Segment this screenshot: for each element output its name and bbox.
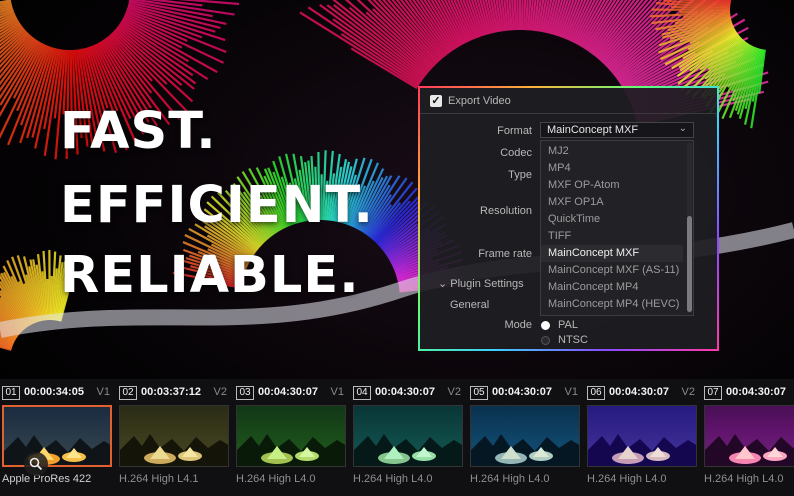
clip-header: 02 00:03:37:12 V2 — [117, 384, 231, 401]
clip-codec: Apple ProRes 422 — [2, 473, 91, 485]
clip-timecode: 00:04:30:07 — [726, 386, 786, 398]
clip-codec: H.264 High L4.1 — [119, 473, 199, 485]
clip-item[interactable]: 06 00:04:30:07 V2 H.264 High L4.0 — [585, 379, 699, 496]
clip-timecode: 00:04:30:07 — [609, 386, 669, 398]
headline-line-2: EFFICIENT. — [60, 180, 374, 231]
hero-banner: FAST. EFFICIENT. RELIABLE. ✓ Export Vide… — [0, 0, 794, 496]
clip-thumbnail[interactable] — [2, 405, 112, 467]
dropdown-scrollbar-thumb[interactable] — [687, 216, 692, 312]
format-dropdown[interactable]: MainConcept MXF ⌄ — [540, 122, 694, 138]
clip-timecode: 00:03:37:12 — [141, 386, 201, 398]
plugin-settings-toggle[interactable]: ⌄ Plugin Settings — [438, 277, 524, 290]
clip-timecode: 00:04:30:07 — [258, 386, 318, 398]
codec-label: Codec — [436, 147, 532, 159]
format-option[interactable]: TIFF — [541, 228, 683, 245]
format-label: Format — [436, 125, 532, 137]
clip-track: V1 — [331, 386, 344, 398]
clip-codec: H.264 High L4.0 — [470, 473, 550, 485]
clip-item[interactable]: 02 00:03:37:12 V2 H.264 High L4.1 — [117, 379, 231, 496]
mode-option-ntsc: NTSC — [558, 334, 588, 346]
plugin-settings-label: Plugin Settings — [450, 278, 523, 290]
clip-item[interactable]: 05 00:04:30:07 V1 H.264 High L4.0 — [468, 379, 582, 496]
format-value: MainConcept MXF — [547, 124, 638, 136]
clip-codec: H.264 High L4.0 — [353, 473, 433, 485]
clip-item[interactable]: 01 00:00:34:05 V1 Apple ProRes 422 — [0, 379, 114, 496]
clip-track: V2 — [214, 386, 227, 398]
clip-codec: H.264 High L4.0 — [587, 473, 667, 485]
clip-timecode: 00:04:30:07 — [375, 386, 435, 398]
resolution-label: Resolution — [436, 205, 532, 217]
clip-item[interactable]: 04 00:04:30:07 V2 H.264 High L4.0 — [351, 379, 465, 496]
clip-codec: H.264 High L4.0 — [236, 473, 316, 485]
clip-timecode: 00:04:30:07 — [492, 386, 552, 398]
clip-number: 03 — [236, 386, 254, 400]
type-label: Type — [436, 169, 532, 181]
format-option[interactable]: MainConcept MXF (AS-11) — [541, 262, 683, 279]
clip-item[interactable]: 03 00:04:30:07 V1 H.264 High L4.0 — [234, 379, 348, 496]
headline-line-3: RELIABLE. — [60, 250, 360, 301]
clip-header: 05 00:04:30:07 V1 — [468, 384, 582, 401]
headline-line-1: FAST. — [60, 106, 217, 157]
clip-codec: H.264 High L4.0 — [704, 473, 784, 485]
clip-header: 06 00:04:30:07 V2 — [585, 384, 699, 401]
clip-number: 04 — [353, 386, 371, 400]
format-option[interactable]: QuickTime — [541, 211, 683, 228]
chevron-down-icon: ⌄ — [438, 278, 447, 290]
clip-track: V2 — [682, 386, 695, 398]
clip-track: V2 — [448, 386, 461, 398]
clip-thumbnail[interactable] — [119, 405, 229, 467]
clip-thumbnail[interactable] — [353, 405, 463, 467]
mode-label: Mode — [436, 319, 532, 331]
mode-radio-pal[interactable] — [541, 321, 550, 330]
clip-header: 03 00:04:30:07 V1 — [234, 384, 348, 401]
format-option[interactable]: MainConcept MP4 — [541, 279, 683, 296]
clip-thumbnail[interactable] — [704, 405, 794, 467]
general-label: General — [450, 299, 489, 311]
format-options-list: MJ2 MP4 MXF OP-Atom MXF OP1A QuickTime TIFF Ma… — [540, 140, 694, 316]
format-option[interactable]: MXF OP-Atom — [541, 177, 683, 194]
format-option[interactable]: MJ2 — [541, 143, 683, 160]
clip-number: 01 — [2, 386, 20, 400]
clip-thumbnail[interactable] — [587, 405, 697, 467]
format-option[interactable]: MainConcept MXF — [541, 245, 683, 262]
clip-number: 05 — [470, 386, 488, 400]
clip-number: 06 — [587, 386, 605, 400]
clip-item[interactable]: 0700:04:30:07V1H.264 High L4.0 — [702, 379, 794, 496]
clip-thumbnail[interactable] — [236, 405, 346, 467]
clip-number: 07 — [704, 386, 722, 400]
clip-header: 04 00:04:30:07 V2 — [351, 384, 465, 401]
clip-track: V1 — [565, 386, 578, 398]
clip-number: 02 — [119, 386, 137, 400]
clip-thumbnail[interactable] — [470, 405, 580, 467]
clip-header: 0700:04:30:07V1 — [702, 384, 794, 401]
clip-strip: 01 00:00:34:05 V1 Apple ProRes 422 02 00:03:3… — [0, 379, 794, 496]
frame-rate-label: Frame rate — [436, 248, 532, 260]
mode-radio-ntsc[interactable] — [541, 336, 550, 345]
clip-header: 01 00:00:34:05 V1 — [0, 384, 114, 401]
export-video-label: Export Video — [448, 95, 511, 107]
mode-option-pal: PAL — [558, 319, 578, 331]
search-icon[interactable] — [24, 452, 48, 476]
chevron-down-icon: ⌄ — [679, 123, 687, 134]
format-option[interactable]: MP4 — [541, 160, 683, 177]
export-settings-panel: ✓ Export Video Format Codec Type Resolut… — [418, 86, 719, 351]
clip-timecode: 00:00:34:05 — [24, 386, 84, 398]
format-option[interactable]: MXF OP1A — [541, 194, 683, 211]
checkmark-icon: ✓ — [431, 95, 440, 107]
export-video-checkbox[interactable]: ✓ — [430, 95, 442, 107]
clip-track: V1 — [97, 386, 110, 398]
format-option[interactable]: MainConcept MP4 (HEVC) — [541, 296, 683, 313]
panel-divider — [420, 113, 717, 114]
